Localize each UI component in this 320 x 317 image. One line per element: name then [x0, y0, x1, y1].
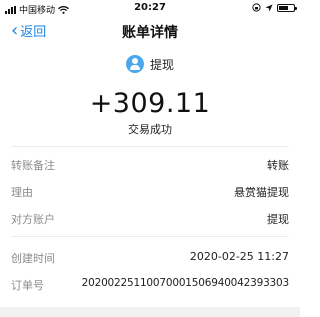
- detail-label: 订单号: [11, 279, 44, 292]
- bottom-spacer: [0, 307, 300, 317]
- detail-label: 理由: [11, 186, 33, 199]
- detail-label: 转账备注: [11, 159, 55, 172]
- status-bar: 中国移动 20:27: [0, 0, 300, 16]
- detail-row-created-time: 创建时间 2020-02-25 11:27: [0, 250, 300, 272]
- transaction-status: 交易成功: [128, 123, 172, 136]
- amount: +309.11: [89, 88, 211, 119]
- detail-value: 转账: [267, 159, 289, 172]
- detail-row-reason: 理由 悬赏猫提现: [0, 184, 300, 206]
- detail-value: 提现: [267, 213, 289, 226]
- battery-icon: [277, 3, 297, 12]
- detail-label: 创建时间: [11, 252, 55, 265]
- avatar-icon: [125, 55, 144, 73]
- nav-bar: ‹ 返回 账单详情: [0, 16, 300, 46]
- detail-value: 20200225110070001506940042393303: [81, 277, 290, 289]
- summary-header: 提现: [0, 55, 300, 77]
- payee: 提现: [125, 55, 174, 73]
- divider: [11, 146, 289, 147]
- detail-row-counterparty: 对方账户 提现: [0, 211, 300, 233]
- page-title: 账单详情: [122, 25, 178, 41]
- detail-row-remark: 转账备注 转账: [0, 157, 300, 179]
- detail-label: 对方账户: [11, 213, 55, 226]
- status-right: [252, 3, 297, 12]
- detail-value: 悬赏猫提现: [234, 186, 289, 199]
- payee-name: 提现: [149, 57, 174, 72]
- detail-row-order-number: 订单号 20200225110070001506940042393303: [0, 277, 300, 299]
- location-icon: [265, 4, 273, 11]
- lock-rotation-icon: [252, 3, 261, 12]
- divider: [11, 236, 289, 237]
- detail-value: 2020-02-25 11:27: [189, 250, 289, 263]
